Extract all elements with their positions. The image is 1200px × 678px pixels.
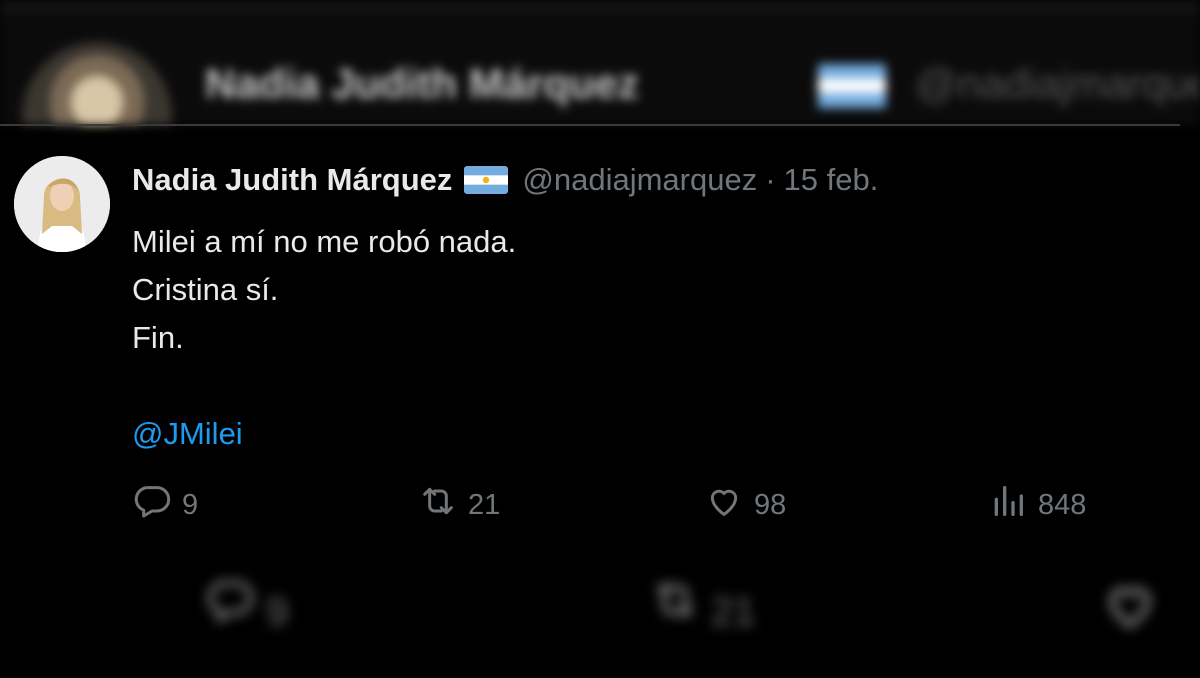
top-bar xyxy=(0,0,1200,12)
tweet-text: Milei a mí no me robó nada. Cristina sí.… xyxy=(132,218,516,458)
blurred-retweet-count: 21 xyxy=(711,590,756,634)
tweet-header: Nadia Judith Márquez @nadiajmarquez · 15… xyxy=(132,162,878,198)
blurred-handle: @nadiajmarquez xyxy=(915,60,1200,107)
tweet-actions: 9 21 98 848 xyxy=(0,481,1180,531)
views-icon xyxy=(988,481,1038,529)
views-count: 848 xyxy=(1038,488,1087,521)
like-count: 98 xyxy=(754,488,787,521)
retweet-icon xyxy=(418,481,468,529)
tweet[interactable]: Nadia Judith Márquez @nadiajmarquez · 15… xyxy=(0,126,1180,566)
reply-count: 9 xyxy=(182,488,199,521)
separator-dot: · xyxy=(765,162,776,197)
retweet-count: 21 xyxy=(468,488,501,521)
blurred-retweet: 21 xyxy=(650,575,756,635)
reply-icon xyxy=(132,481,182,529)
like-icon xyxy=(704,481,754,529)
blurred-reply: 9 xyxy=(205,575,288,635)
blurred-flag-icon xyxy=(818,64,886,108)
tweet-line: Milei a mí no me robó nada. xyxy=(132,224,517,259)
tweet-line: Fin. xyxy=(132,320,184,355)
tweet-date[interactable]: 15 feb. xyxy=(784,162,879,198)
blurred-avatar xyxy=(22,42,172,125)
blurred-header: Nadia Judith Márquez @nadiajmarquez xyxy=(0,0,1200,125)
tweet-line: Cristina sí. xyxy=(132,272,279,307)
blurred-reply-count: 9 xyxy=(266,590,289,634)
author-handle[interactable]: @nadiajmarquez xyxy=(522,162,757,198)
avatar[interactable] xyxy=(14,156,110,252)
retweet-button[interactable]: 21 xyxy=(418,481,500,529)
blurred-footer: 9 21 xyxy=(0,555,1200,678)
reply-button[interactable]: 9 xyxy=(132,481,198,529)
mention-link[interactable]: @JMilei xyxy=(132,416,243,451)
argentina-flag-icon xyxy=(464,166,509,194)
views-button[interactable]: 848 xyxy=(988,481,1086,529)
author-name[interactable]: Nadia Judith Márquez xyxy=(132,162,452,198)
blurred-like xyxy=(1100,575,1160,645)
like-button[interactable]: 98 xyxy=(704,481,786,529)
blurred-author-name: Nadia Judith Márquez xyxy=(205,60,640,107)
